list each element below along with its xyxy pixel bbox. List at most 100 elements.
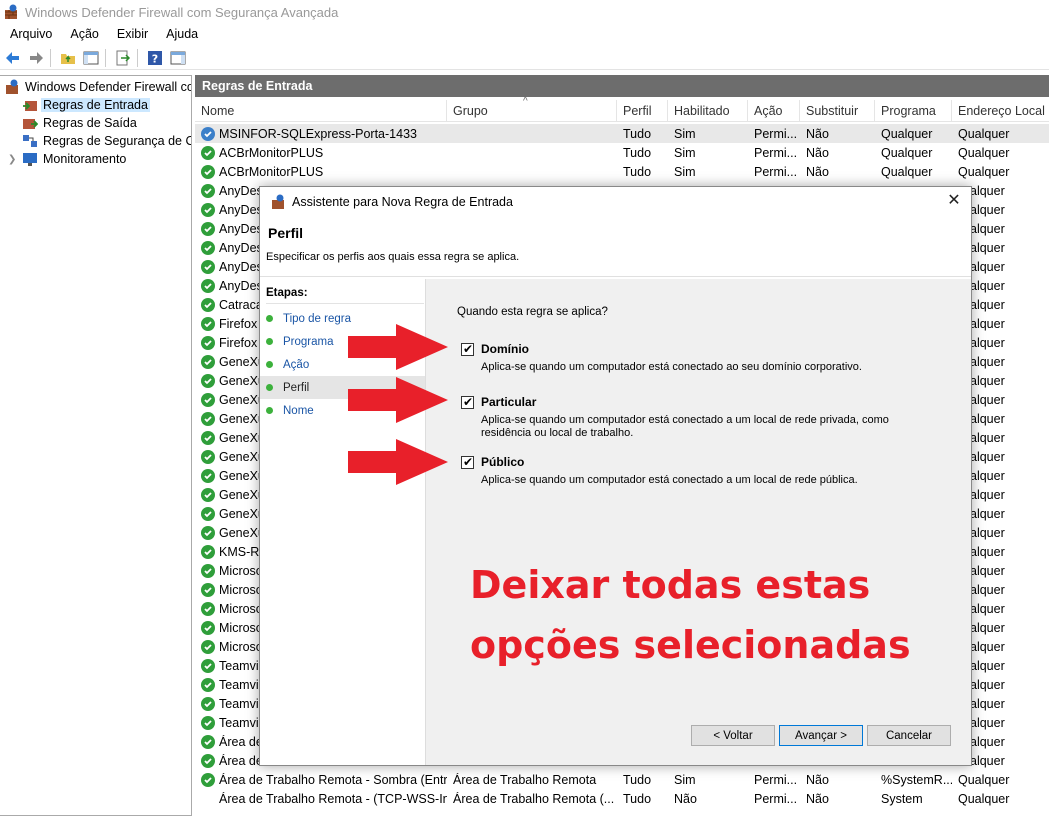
checkmark-icon: ✔: [463, 342, 474, 356]
enabled-check-icon: [201, 468, 215, 483]
red-arrow-icon: [348, 324, 448, 370]
show-action-pane-icon[interactable]: [168, 48, 188, 68]
table-row[interactable]: Área de Trabalho Remota - Sombra (Entr..…: [195, 770, 1049, 789]
rule-name-cell: ACBrMonitorPLUS: [195, 164, 447, 179]
rule-action-cell: Permi...: [754, 772, 798, 787]
dialog-header: Perfil Especificar os perfis aos quais e…: [260, 217, 971, 277]
chevron-right-icon[interactable]: ❯: [8, 154, 22, 165]
tree-item-label: Regras de Segurança de Co: [43, 134, 192, 148]
rule-program-cell: System: [881, 791, 923, 806]
up-folder-icon[interactable]: [58, 48, 78, 68]
firewall-app-icon: [272, 194, 284, 209]
option-title[interactable]: Domínio: [481, 342, 529, 356]
enabled-check-icon: [201, 335, 215, 350]
publico-checkbox[interactable]: ✔: [461, 455, 474, 469]
svg-text:?: ?: [152, 52, 158, 65]
column-header-endereco-local[interactable]: Endereço Local: [952, 100, 1049, 122]
rule-name: GeneXu: [219, 449, 265, 464]
rule-local-cell: alquer: [970, 677, 1005, 692]
tree-item-outbound-rules[interactable]: Regras de Saída: [0, 114, 191, 132]
steps-title: Etapas:: [266, 287, 424, 304]
option-title[interactable]: Particular: [481, 395, 536, 409]
rule-name: Área de Trabalho Remota - (TCP-WSS-In): [219, 791, 447, 806]
column-header-substituir[interactable]: Substituir: [800, 100, 875, 122]
rule-name: GeneXu: [219, 392, 265, 407]
enabled-check-icon: [201, 544, 215, 559]
rule-name: Área de Trabalho Remota - Sombra (Entr..…: [219, 772, 447, 787]
connection-security-icon: [23, 135, 37, 147]
rule-local-cell: alquer: [970, 753, 1005, 768]
column-header-habilitado[interactable]: Habilitado: [668, 100, 748, 122]
menu-arquivo[interactable]: Arquivo: [0, 27, 60, 41]
tree-item-root[interactable]: Windows Defender Firewall cor: [0, 78, 191, 96]
rule-local-cell: alquer: [970, 563, 1005, 578]
rule-name: Área de: [219, 753, 263, 768]
rule-program-cell: Qualquer: [881, 126, 933, 141]
rule-name: GeneXu: [219, 487, 265, 502]
rule-name: AnyDes: [219, 221, 263, 236]
close-icon[interactable]: ✕: [945, 193, 963, 211]
cancel-button[interactable]: Cancelar: [867, 725, 951, 746]
enabled-check-icon: [201, 259, 215, 274]
column-header-acao[interactable]: Ação: [748, 100, 800, 122]
rule-local-cell: Qualquer: [958, 164, 1010, 179]
back-button[interactable]: < Voltar: [691, 725, 775, 746]
step-dot-icon: [266, 338, 273, 345]
table-row[interactable]: Área de Trabalho Remota - (TCP-WSS-In) Ár…: [195, 789, 1049, 808]
rule-profile-cell: Tudo: [623, 126, 652, 141]
toolbar: ?: [0, 46, 1049, 70]
pane-header: Regras de Entrada: [195, 75, 1049, 97]
rule-local-cell: alquer: [970, 449, 1005, 464]
help-icon[interactable]: ?: [145, 48, 165, 68]
menu-exibir[interactable]: Exibir: [107, 27, 156, 41]
dominio-checkbox[interactable]: ✔: [461, 342, 474, 356]
column-header-grupo[interactable]: Grupo ^: [447, 96, 617, 122]
rule-name: GeneXu: [219, 411, 265, 426]
enabled-check-icon: [201, 677, 215, 692]
rule-name: AnyDes: [219, 183, 263, 198]
enabled-check-icon: [201, 354, 215, 369]
tree-item-monitoring[interactable]: ❯ Monitoramento: [0, 150, 191, 168]
step-label: Ação: [283, 358, 310, 371]
enabled-check-icon: [201, 316, 215, 331]
step-dot-icon: [266, 361, 273, 368]
option-title[interactable]: Público: [481, 455, 524, 469]
export-list-icon[interactable]: [113, 48, 133, 68]
rule-local-cell: alquer: [970, 620, 1005, 635]
rule-name: GeneXu: [219, 525, 265, 540]
next-button[interactable]: Avançar >: [779, 725, 863, 746]
back-icon[interactable]: [3, 48, 23, 68]
rule-local-cell: alquer: [970, 316, 1005, 331]
rule-name: Microso: [219, 639, 263, 654]
rule-local-cell: alquer: [970, 658, 1005, 673]
menu-acao[interactable]: Ação: [60, 27, 107, 41]
dialog-subheading: Especificar os perfis aos quais essa reg…: [266, 251, 520, 263]
rule-profile-cell: Tudo: [623, 772, 652, 787]
step-label: Programa: [283, 335, 334, 348]
rule-group-cell: Área de Trabalho Remota: [453, 772, 597, 787]
table-row[interactable]: MSINFOR-SQLExpress-Porta-1433 Tudo Sim Perm…: [195, 124, 1049, 143]
menu-ajuda[interactable]: Ajuda: [156, 27, 206, 41]
rule-local-cell: alquer: [970, 335, 1005, 350]
checkmark-icon: ✔: [463, 455, 474, 469]
rule-enabled-cell: Não: [674, 791, 697, 806]
tree-item-connection-security-rules[interactable]: Regras de Segurança de Co: [0, 132, 191, 150]
enabled-check-icon: [201, 430, 215, 445]
rule-local-cell: alquer: [970, 506, 1005, 521]
rule-action-cell: Permi...: [754, 126, 798, 141]
particular-checkbox[interactable]: ✔: [461, 395, 474, 409]
column-header-perfil[interactable]: Perfil: [617, 100, 668, 122]
column-header-programa[interactable]: Programa: [875, 100, 952, 122]
firewall-app-icon: [5, 4, 17, 19]
tree-item-inbound-rules[interactable]: Regras de Entrada: [0, 96, 191, 114]
enabled-check-icon: [201, 639, 215, 654]
table-row[interactable]: ACBrMonitorPLUS Tudo Sim Permi... Não Qualque…: [195, 143, 1049, 162]
table-row[interactable]: ACBrMonitorPLUS Tudo Sim Permi... Não Qualque…: [195, 162, 1049, 181]
rule-local-cell: alquer: [970, 259, 1005, 274]
show-tree-icon[interactable]: [81, 48, 101, 68]
enabled-check-icon: [201, 734, 215, 749]
rule-local-cell: alquer: [970, 715, 1005, 730]
column-header-nome[interactable]: Nome: [195, 100, 447, 122]
forward-icon[interactable]: [26, 48, 46, 68]
rule-name: Teamvi: [219, 658, 259, 673]
